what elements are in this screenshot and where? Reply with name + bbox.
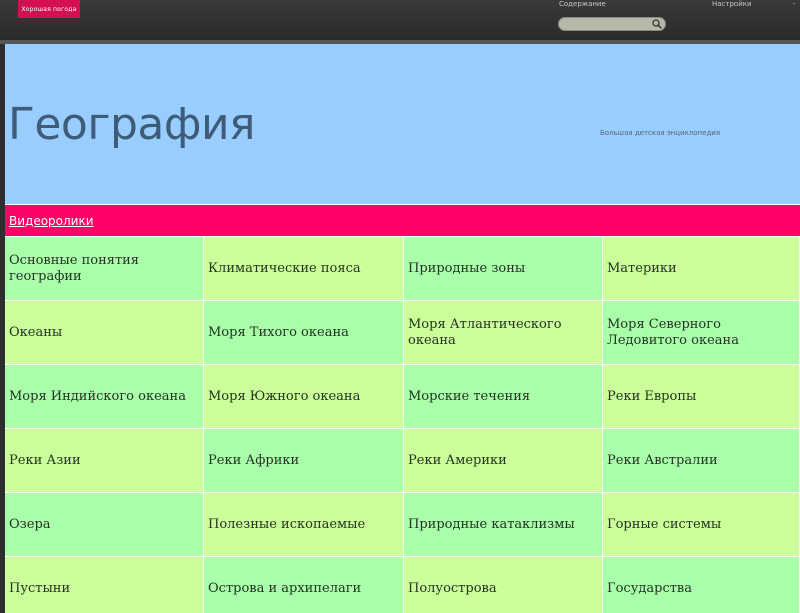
topic-cell[interactable]: Основные понятия географии (5, 237, 204, 301)
topic-cell[interactable]: Реки Европы (603, 365, 800, 429)
topic-cell[interactable]: Острова и архипелаги (204, 557, 404, 613)
search-icon[interactable] (652, 19, 662, 29)
contents-link[interactable]: Содержание (559, 0, 606, 8)
page-header: География Большая детская энциклопедия (5, 44, 800, 204)
topic-cell[interactable]: Моря Южного океана (204, 365, 404, 429)
videos-link[interactable]: Видеоролики (9, 214, 94, 228)
topic-cell[interactable]: Моря Тихого океана (204, 301, 404, 365)
topic-cell[interactable]: Пустыни (5, 557, 204, 613)
topic-cell[interactable]: Горные системы (603, 493, 800, 557)
topic-cell[interactable]: Океаны (5, 301, 204, 365)
top-bar: Хорошая погода Содержание Настройки - (0, 0, 800, 40)
topic-cell[interactable]: Моря Атлантического океана (404, 301, 603, 365)
search-box[interactable] (558, 17, 666, 31)
topic-cell[interactable]: Реки Азии (5, 429, 204, 493)
search-input[interactable] (565, 18, 645, 30)
site-logo[interactable]: Хорошая погода (18, 0, 80, 18)
topic-cell[interactable]: Материки (603, 237, 800, 301)
topic-cell[interactable]: Озера (5, 493, 204, 557)
topic-cell[interactable]: Реки Америки (404, 429, 603, 493)
topic-cell[interactable]: Природные зоны (404, 237, 603, 301)
topic-cell[interactable]: Моря Индийского океана (5, 365, 204, 429)
page-subtitle: Большая детская энциклопедия (600, 129, 721, 137)
topics-grid: Основные понятия географии Климатические … (5, 237, 800, 613)
topic-cell[interactable]: Климатические пояса (204, 237, 404, 301)
topic-cell[interactable]: Полезные ископаемые (204, 493, 404, 557)
topic-cell[interactable]: Природные катаклизмы (404, 493, 603, 557)
topic-cell[interactable]: Морские течения (404, 365, 603, 429)
topic-cell[interactable]: Реки Австралии (603, 429, 800, 493)
videos-bar: Видеоролики (5, 205, 800, 236)
page-title: География (8, 99, 256, 150)
caret-icon[interactable]: - (793, 0, 796, 8)
topic-cell[interactable]: Полуострова (404, 557, 603, 613)
topic-cell[interactable]: Моря Северного Ледовитого океана (603, 301, 800, 365)
topic-cell[interactable]: Реки Африки (204, 429, 404, 493)
topic-cell[interactable]: Государства (603, 557, 800, 613)
settings-link[interactable]: Настройки (712, 0, 752, 8)
